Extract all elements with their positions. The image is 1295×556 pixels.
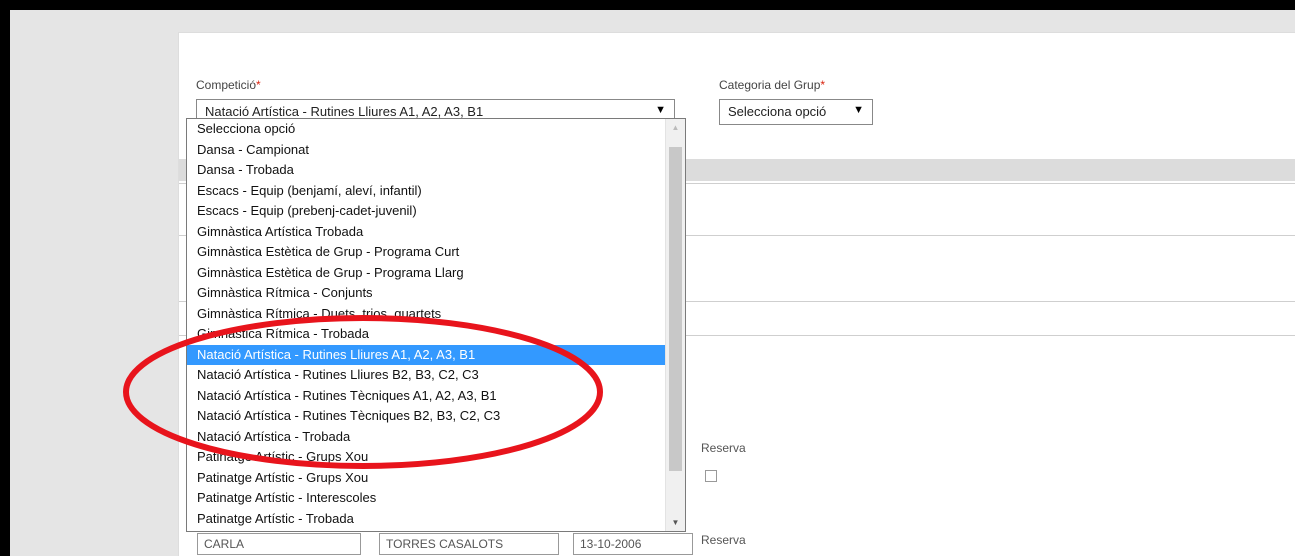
scrollbar-thumb[interactable] bbox=[669, 147, 682, 471]
reserva-label: Reserva bbox=[701, 441, 746, 455]
scroll-up-icon[interactable]: ▲ bbox=[666, 119, 685, 136]
dropdown-options: Selecciona opció Dansa - Campionat Dansa -… bbox=[187, 119, 685, 529]
dropdown-option[interactable]: Dansa - Campionat bbox=[187, 140, 665, 161]
dropdown-option[interactable]: Escacs - Equip (prebenj-cadet-juvenil) bbox=[187, 201, 665, 222]
dropdown-option[interactable]: Natació Artística - Rutines Lliures B2, … bbox=[187, 365, 665, 386]
dropdown-option[interactable]: Escacs - Equip (benjamí, aleví, infantil… bbox=[187, 181, 665, 202]
group-category-select[interactable]: Selecciona opció ▼ bbox=[719, 99, 873, 125]
dropdown-option[interactable]: Gimnàstica Estètica de Grup - Programa L… bbox=[187, 263, 665, 284]
chevron-down-icon: ▼ bbox=[853, 104, 864, 116]
dropdown-option[interactable]: Gimnàstica Estètica de Grup - Programa C… bbox=[187, 242, 665, 263]
dropdown-option[interactable]: Natació Artística - Rutines Tècniques A1… bbox=[187, 386, 665, 407]
dropdown-option[interactable]: Patinatge Artístic - Grups Xou bbox=[187, 447, 665, 468]
chevron-down-icon: ▼ bbox=[655, 104, 666, 116]
dropdown-option[interactable]: Gimnàstica Artística Trobada bbox=[187, 222, 665, 243]
scroll-down-icon[interactable]: ▼ bbox=[666, 514, 685, 531]
dropdown-option[interactable]: Patinatge Artístic - Interescoles bbox=[187, 488, 665, 509]
group-category-select-value: Selecciona opció bbox=[728, 104, 827, 119]
competition-dropdown-list[interactable]: Selecciona opció Dansa - Campionat Dansa -… bbox=[186, 118, 686, 532]
group-category-label: Categoria del Grup* bbox=[719, 78, 826, 92]
dropdown-option[interactable]: Patinatge Artístic - Grups Xou bbox=[187, 468, 665, 489]
dropdown-option[interactable]: Natació Artística - Trobada bbox=[187, 427, 665, 448]
birth-date-input[interactable]: 13-10-2006 bbox=[573, 533, 693, 555]
dropdown-option[interactable]: Selecciona opció bbox=[187, 119, 665, 140]
required-marker: * bbox=[256, 78, 261, 92]
dropdown-option[interactable]: Gimnàstica Rítmica - Trobada bbox=[187, 324, 665, 345]
first-name-input[interactable]: CARLA bbox=[197, 533, 361, 555]
last-name-input[interactable]: TORRES CASALOTS bbox=[379, 533, 559, 555]
dropdown-option[interactable]: Patinatge Artístic - Trobada bbox=[187, 509, 665, 530]
competition-select-value: Natació Artística - Rutines Lliures A1, … bbox=[205, 104, 484, 119]
dropdown-option[interactable]: Gimnàstica Rítmica - Conjunts bbox=[187, 283, 665, 304]
competition-label: Competició* bbox=[196, 78, 261, 92]
reserva-label: Reserva bbox=[701, 533, 746, 547]
dropdown-option[interactable]: Dansa - Trobada bbox=[187, 160, 665, 181]
reserva-checkbox[interactable] bbox=[705, 470, 717, 482]
dropdown-option[interactable]: Gimnàstica Rítmica - Duets, trios, quart… bbox=[187, 304, 665, 325]
dropdown-scrollbar[interactable]: ▲ ▼ bbox=[665, 119, 685, 531]
dropdown-option[interactable]: Natació Artística - Rutines Tècniques B2… bbox=[187, 406, 665, 427]
dropdown-option[interactable]: Natació Artística - Rutines Lliures A1, … bbox=[187, 344, 665, 365]
required-marker: * bbox=[820, 78, 826, 92]
